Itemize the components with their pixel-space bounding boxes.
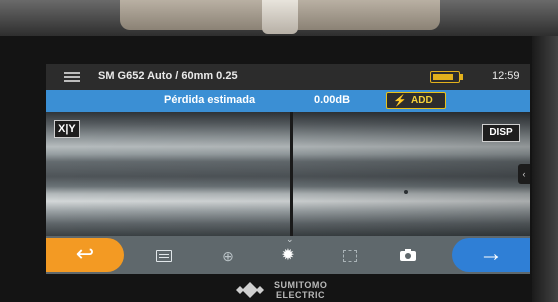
lightning-icon: ⚡ [393,95,407,107]
bottom-toolbar: ⌄ ↩ ⊕ ✹ → [46,234,530,274]
brightness-icon[interactable]: ✹ [278,248,298,264]
fiber-image-view: X|Y DISP ‹ [46,112,530,236]
bezel-edge [532,36,558,302]
display-screen: SM G652 Auto / 60mm 0.25 12:59 Pérdida e… [46,64,530,274]
back-button[interactable]: ↩ [46,238,124,272]
xy-view-label: X|Y [58,123,76,135]
add-button-label: ADD [411,95,433,106]
chevron-down-icon: ⌄ [286,234,294,244]
focus-icon[interactable] [340,248,360,264]
brand-line-2: ELECTRIC [276,290,325,300]
dust-spot [404,190,408,194]
chevron-left-icon[interactable]: ‹ [518,164,530,184]
menu-icon[interactable] [64,72,80,82]
battery-fill [433,74,453,80]
zoom-icon[interactable]: ⊕ [218,248,238,264]
view-shading [46,112,530,236]
display-button[interactable]: DISP [482,124,520,142]
title-bar: SM G652 Auto / 60mm 0.25 12:59 [46,64,530,90]
splice-center-line [290,112,293,236]
estimated-loss-label: Pérdida estimada [164,94,256,106]
camera-icon[interactable] [398,248,418,264]
brand-line-1: SUMITOMO [274,280,328,290]
back-arrow-icon: ↩ [75,241,95,266]
add-button[interactable]: ⚡ ADD [386,92,446,109]
battery-icon [430,71,460,83]
right-arrow-icon: → [479,240,503,267]
battery-tip [460,74,463,80]
next-button[interactable]: → [452,238,530,272]
list-icon[interactable] [154,248,174,264]
clock: 12:59 [492,70,520,82]
status-bar: Pérdida estimada 0.00dB ⚡ ADD [46,90,530,112]
logo-mark [236,282,264,298]
sumitomo-electric-logo: SUMITOMO ELECTRIC [232,278,352,302]
hinge [262,0,298,34]
estimated-loss-value: 0.00dB [314,94,351,106]
splice-profile-label[interactable]: SM G652 Auto / 60mm 0.25 [98,70,238,82]
xy-view-button[interactable]: X|Y [54,120,80,138]
